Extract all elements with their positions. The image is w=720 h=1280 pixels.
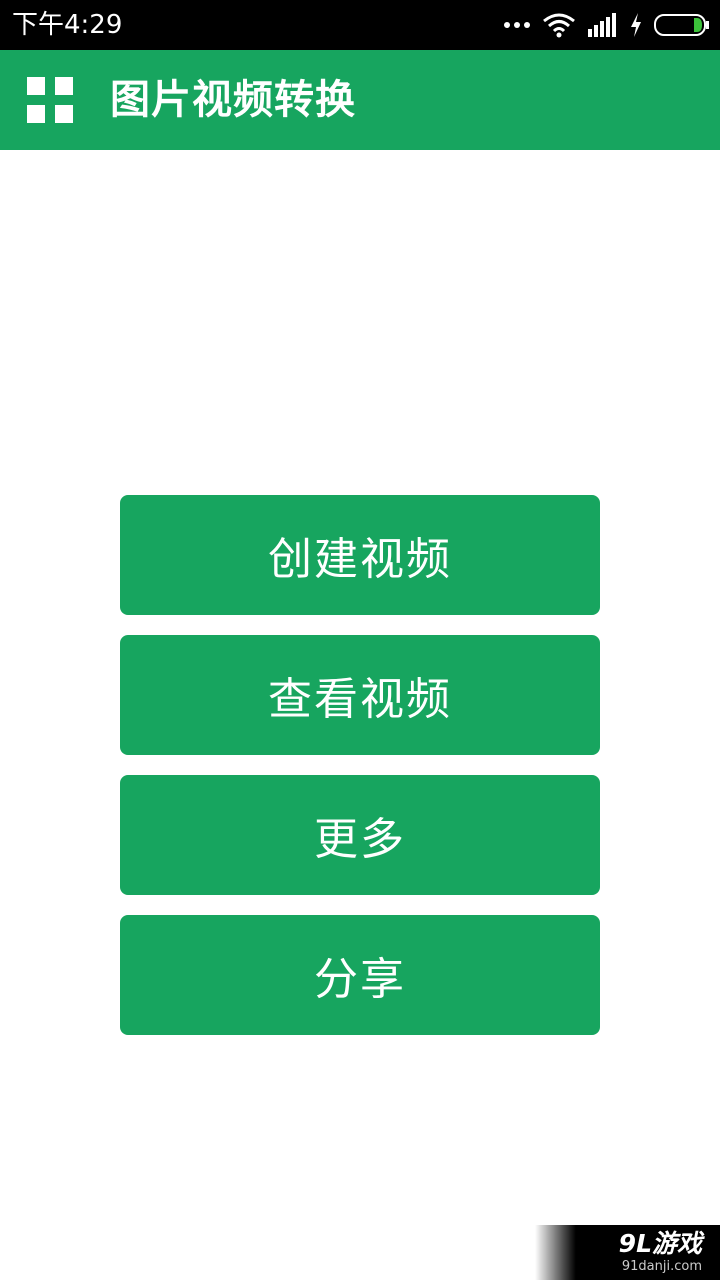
wifi-icon (542, 12, 576, 38)
more-button[interactable]: 更多 (120, 775, 600, 895)
watermark-url: 91danji.com (621, 1259, 702, 1274)
action-button-list: 创建视频 查看视频 更多 分享 (120, 495, 600, 1055)
create-video-button[interactable]: 创建视频 (120, 495, 600, 615)
view-video-button[interactable]: 查看视频 (120, 635, 600, 755)
more-dots-icon (504, 21, 530, 29)
status-icons (492, 10, 710, 40)
signal-icon (588, 13, 618, 37)
status-bar: 下午4:29 (0, 0, 720, 50)
share-button[interactable]: 分享 (120, 915, 600, 1035)
page-title: 图片视频转换 (110, 77, 356, 123)
battery-icon (654, 13, 710, 37)
watermark-logo: 9L游戏 (618, 1229, 702, 1258)
charging-bolt-icon (630, 13, 642, 37)
watermark: 9L游戏 91danji.com (535, 1225, 720, 1280)
status-time: 下午4:29 (12, 10, 123, 40)
grid-menu-icon[interactable] (27, 77, 73, 123)
app-bar: 图片视频转换 (0, 50, 720, 150)
